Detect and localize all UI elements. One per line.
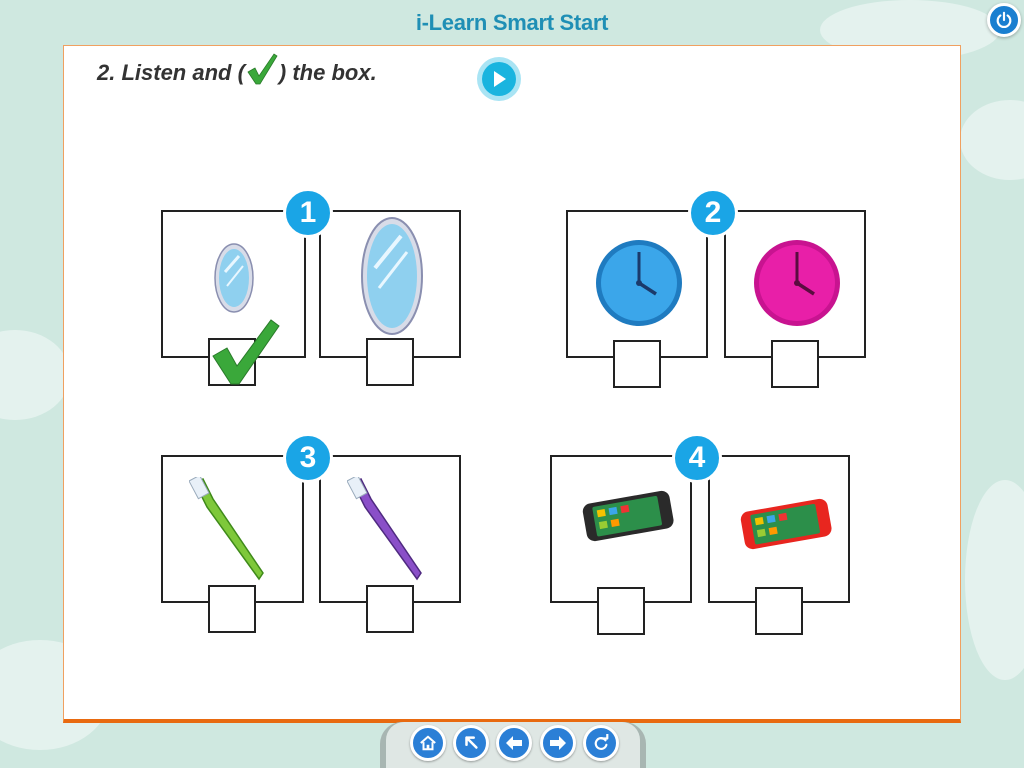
instruction-text-start: 2. Listen and ( xyxy=(97,60,245,85)
question-number-badge: 1 xyxy=(283,188,333,238)
app-title: i-Learn Smart Start xyxy=(415,10,609,35)
black-phone-image xyxy=(582,490,674,542)
blue-clock-image xyxy=(596,240,682,326)
answer-box-2b[interactable] xyxy=(771,340,819,388)
answer-box-1b[interactable] xyxy=(366,338,414,386)
answer-box-3b[interactable] xyxy=(366,585,414,633)
option-2a xyxy=(566,210,708,358)
red-phone-image xyxy=(740,498,832,550)
purple-toothbrush-image xyxy=(347,477,422,581)
option-3a xyxy=(161,455,304,603)
option-4b xyxy=(708,455,850,603)
check-icon xyxy=(247,53,278,85)
question-number-badge: 3 xyxy=(283,433,333,483)
play-icon xyxy=(494,71,506,87)
instruction-text-end: ) the box. xyxy=(278,60,377,85)
home-button[interactable] xyxy=(410,725,446,761)
answer-box-3a[interactable] xyxy=(208,585,256,633)
question-number-badge: 2 xyxy=(688,188,738,238)
small-mirror-image xyxy=(214,243,254,313)
power-icon xyxy=(996,11,1012,29)
answer-box-4a[interactable] xyxy=(597,587,645,635)
big-mirror-image xyxy=(361,217,423,335)
answer-box-4b[interactable] xyxy=(755,587,803,635)
question-1: 1 xyxy=(161,188,461,390)
back-to-menu-icon xyxy=(465,736,478,749)
option-2b xyxy=(724,210,866,358)
option-4a xyxy=(550,455,692,603)
question-number-badge: 4 xyxy=(672,433,722,483)
option-3b xyxy=(319,455,461,603)
replay-button[interactable] xyxy=(583,725,619,761)
play-button-inner xyxy=(482,62,516,96)
previous-button[interactable] xyxy=(496,725,532,761)
previous-icon xyxy=(506,736,522,750)
background-cloud xyxy=(0,330,70,420)
power-button[interactable] xyxy=(987,3,1021,37)
background-cloud xyxy=(965,480,1024,680)
instruction-heading: 2. Listen and ( ) the box. xyxy=(97,53,377,86)
check-icon xyxy=(212,319,280,385)
exercise-page: 2. Listen and ( ) the box. 1 2 3 4 xyxy=(63,45,961,723)
pink-clock-image xyxy=(754,240,840,326)
answer-box-2a[interactable] xyxy=(613,340,661,388)
next-button[interactable] xyxy=(540,725,576,761)
background-cloud xyxy=(960,100,1024,180)
play-audio-button[interactable] xyxy=(477,57,521,101)
next-icon xyxy=(550,736,566,750)
question-2: 2 xyxy=(566,188,866,390)
green-toothbrush-image xyxy=(189,477,264,581)
replay-icon xyxy=(594,734,609,750)
question-3: 3 xyxy=(161,433,461,635)
question-4: 4 xyxy=(550,433,850,635)
back-to-menu-button[interactable] xyxy=(453,725,489,761)
home-icon xyxy=(420,735,436,751)
option-1b xyxy=(319,210,461,358)
